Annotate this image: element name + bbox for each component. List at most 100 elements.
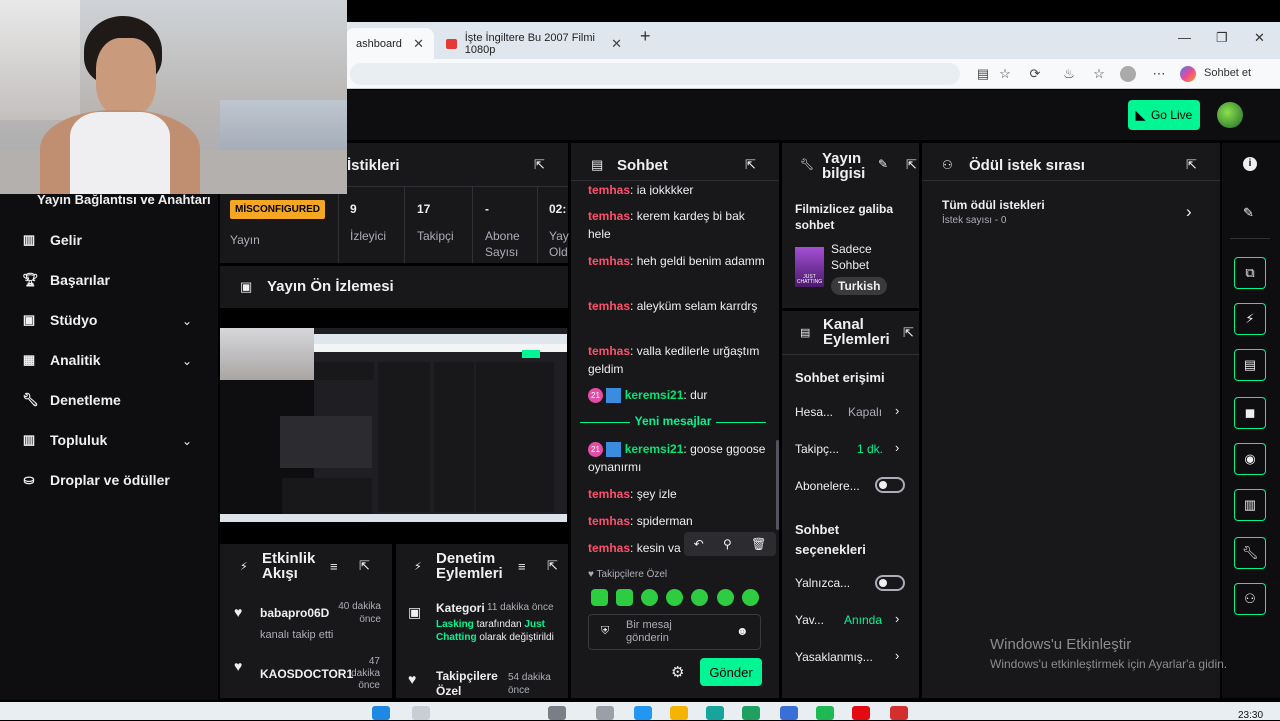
filter-icon[interactable]: ≡ [330, 559, 338, 574]
sidebar-item-analitik[interactable]: ▦ Analitik [22, 352, 101, 368]
close-tab-icon[interactable]: ✕ [413, 36, 424, 52]
stream-preview[interactable] [220, 328, 567, 522]
new-tab-icon[interactable]: + [640, 26, 651, 47]
close-window-icon[interactable]: ✕ [1254, 30, 1265, 46]
chevron-right-icon[interactable]: › [1186, 202, 1192, 222]
setting-row-label[interactable]: Takipç... [795, 442, 839, 456]
edit-pencil-icon[interactable]: ✎ [1243, 205, 1254, 221]
quick-action-chat[interactable]: ◼ [1234, 397, 1266, 429]
option-toggle[interactable] [875, 575, 905, 591]
favorites-icon[interactable]: ☆ [1090, 65, 1108, 83]
filter-icon[interactable]: ≡ [518, 559, 526, 574]
reader-icon[interactable]: ▤ [974, 65, 992, 83]
info-icon[interactable]: i [1243, 157, 1257, 171]
sidebar-item-denetleme[interactable]: 🔧︎ Denetleme [22, 392, 121, 408]
minimize-icon[interactable]: — [1178, 30, 1191, 45]
emote[interactable] [666, 589, 683, 606]
chevron-right-icon[interactable]: › [895, 440, 899, 455]
popout-icon[interactable]: ⇱ [745, 157, 756, 173]
category-name[interactable]: Sadece Sohbet [831, 241, 901, 273]
language-tag[interactable]: Turkish [831, 277, 888, 295]
edge-icon[interactable] [706, 706, 724, 720]
chevron-down-icon[interactable]: ⌄ [182, 434, 192, 448]
close-tab-icon[interactable]: ✕ [611, 36, 622, 52]
copilot-label[interactable]: Sohbet et [1204, 67, 1251, 79]
emote[interactable] [591, 589, 608, 606]
taskbar-app-icon[interactable] [780, 706, 798, 720]
quick-action-rewards[interactable]: ⚇ [1234, 583, 1266, 615]
subscribers-only-toggle[interactable] [875, 477, 905, 493]
copilot-icon[interactable] [1180, 66, 1196, 82]
spotify-icon[interactable] [816, 706, 834, 720]
delete-icon[interactable]: 🗑︎ [751, 537, 766, 551]
popout-icon[interactable]: ⇱ [903, 325, 914, 341]
drops-icon: ⛀ [23, 472, 35, 487]
reply-icon[interactable]: ↶ [694, 537, 704, 551]
favorite-star-icon[interactable]: ☆ [996, 65, 1014, 83]
clock[interactable]: 23:30 [1238, 710, 1263, 721]
quick-action-tools[interactable]: 🔧︎ [1234, 537, 1266, 569]
setting-row-label[interactable]: Yasaklanmış... [795, 650, 873, 664]
settings-gear-icon[interactable]: ⚙ [671, 663, 684, 681]
emote[interactable] [717, 589, 734, 606]
sidebar-item-basarilar[interactable]: 🏆︎ Başarılar [22, 272, 110, 288]
category-box-art[interactable]: JUST CHATTING [795, 247, 824, 287]
emote[interactable] [641, 589, 658, 606]
sidebar-item-topluluk[interactable]: ▥ Topluluk [22, 432, 107, 448]
setting-row-label[interactable]: Yav... [795, 613, 824, 627]
popout-icon[interactable]: ⇱ [547, 558, 558, 574]
edit-pencil-icon[interactable]: ✎ [878, 157, 888, 171]
quick-action-layout[interactable]: ▥ [1234, 489, 1266, 521]
taskbar-app-icon[interactable] [742, 706, 760, 720]
start-icon[interactable] [372, 706, 390, 720]
setting-row-label[interactable]: Abonelere... [795, 479, 860, 493]
more-icon[interactable]: ⋯ [1150, 65, 1168, 83]
avatar[interactable] [1217, 102, 1243, 128]
emote[interactable] [742, 589, 759, 606]
sidebar-item-connection[interactable]: Yayın Bağlantısı ve Anahtarı [37, 192, 211, 207]
quick-action-notes[interactable]: ▤ [1234, 349, 1266, 381]
emoji-icon[interactable]: ☻ [736, 624, 749, 638]
send-button[interactable]: Gönder [700, 658, 762, 686]
chevron-down-icon[interactable]: ⌄ [182, 354, 192, 368]
taskbar-app-icon[interactable] [596, 706, 614, 720]
chevron-right-icon[interactable]: › [895, 403, 899, 418]
taskbar-app-icon[interactable] [548, 706, 566, 720]
all-rewards-link[interactable]: Tüm ödül istekleri [942, 198, 1045, 212]
quick-action-broadcast[interactable]: ◉ [1234, 443, 1266, 475]
activity-user[interactable]: babapro06D [260, 606, 329, 620]
emote[interactable] [616, 589, 633, 606]
address-bar[interactable] [350, 63, 960, 85]
quick-action-clip[interactable]: ⧉ [1234, 257, 1266, 289]
emote[interactable] [691, 589, 708, 606]
performance-icon[interactable]: ♨ [1060, 65, 1078, 83]
setting-row-label[interactable]: Yalnızca... [795, 576, 850, 590]
chevron-right-icon[interactable]: › [895, 648, 899, 663]
chevron-down-icon[interactable]: ⌄ [182, 314, 192, 328]
chat-scrollbar[interactable] [776, 440, 779, 530]
extensions-icon[interactable]: ⟳ [1026, 65, 1044, 83]
sidebar-item-droplar[interactable]: ⛀ Droplar ve ödüller [22, 472, 170, 488]
sidebar-item-studyo[interactable]: ▣ Stüdyo [22, 312, 98, 328]
go-live-button[interactable]: ◣ Go Live [1128, 100, 1200, 130]
maximize-icon[interactable]: ❐ [1216, 30, 1228, 46]
chat-access-title: Sohbet erişimi [795, 370, 885, 385]
tab-film[interactable]: İşte İngiltere Bu 2007 Filmi 1080p ✕ [436, 28, 632, 59]
popout-icon[interactable]: ⇱ [906, 157, 917, 173]
sidebar-item-gelir[interactable]: ▥ Gelir [22, 232, 82, 248]
popout-icon[interactable]: ⇱ [1186, 157, 1197, 173]
profile-icon[interactable] [1120, 66, 1136, 82]
taskbar-app-icon[interactable] [890, 706, 908, 720]
pin-icon[interactable]: ⚲ [723, 537, 732, 551]
folder-icon[interactable] [670, 706, 688, 720]
netflix-icon[interactable] [852, 706, 870, 720]
taskbar-app-icon[interactable] [634, 706, 652, 720]
popout-icon[interactable]: ⇱ [359, 558, 370, 574]
search-icon[interactable] [412, 706, 430, 720]
popout-icon[interactable]: ⇱ [534, 157, 545, 173]
quick-action-bolt[interactable]: ⚡︎ [1234, 303, 1266, 335]
chevron-right-icon[interactable]: › [895, 611, 899, 626]
setting-row-label[interactable]: Hesa... [795, 405, 833, 419]
chat-input[interactable]: ⛨ Bir mesaj gönderin ☻ [588, 614, 761, 650]
tab-dashboard[interactable]: ashboard ✕ [346, 28, 434, 59]
